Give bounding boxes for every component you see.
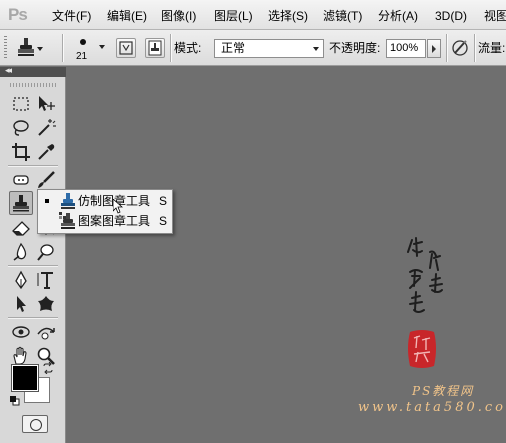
red-seal-stamp (404, 328, 440, 370)
menu-filter[interactable]: 滤镜(T) (323, 9, 362, 23)
clone-stamp-icon (59, 192, 77, 210)
3d-orbit-tool-icon[interactable] (35, 321, 57, 343)
photoshop-logo: Ps (8, 5, 28, 24)
mouse-cursor-icon (112, 198, 124, 215)
toggle-clone-source-button[interactable] (116, 38, 136, 58)
selected-bullet-icon (45, 199, 49, 203)
options-bar-grip[interactable] (4, 36, 7, 60)
calligraphy-watermark (400, 232, 456, 332)
toolbox-divider (8, 317, 58, 318)
divider (446, 34, 447, 62)
pen-pressure-icon (452, 40, 468, 56)
eraser-tool-icon[interactable] (10, 217, 32, 239)
menu-select[interactable]: 选择(S) (268, 9, 308, 23)
menu-view[interactable]: 视图 (484, 9, 506, 23)
stamp-panel-icon (148, 40, 162, 56)
custom-shape-tool-icon[interactable] (35, 293, 57, 315)
tool-preset-picker[interactable] (16, 36, 43, 60)
pattern-stamp-icon (59, 212, 77, 230)
marquee-tool-icon[interactable] (10, 93, 32, 115)
lasso-tool-icon[interactable] (10, 117, 32, 139)
menu-analysis[interactable]: 分析(A) (378, 9, 418, 23)
brush-tool-icon[interactable] (35, 169, 57, 191)
flyout-item-pattern-stamp[interactable]: 图案图章工具 S (39, 211, 171, 231)
move-tool-icon[interactable] (35, 93, 57, 115)
magic-wand-tool-icon[interactable] (35, 117, 57, 139)
options-bar: 21 模式: 正常 不透明度: 100% 流量: (0, 30, 506, 66)
menu-edit[interactable]: 编辑(E) (107, 9, 147, 23)
watermark-site-name: PS教程网 (412, 384, 475, 398)
clone-source-icon (119, 41, 133, 55)
quick-mask-button[interactable] (22, 415, 48, 433)
menu-image[interactable]: 图像(I) (161, 9, 196, 23)
pen-tool-icon[interactable] (10, 269, 32, 291)
flyout-item-clone-stamp[interactable]: 仿制图章工具 S (39, 191, 171, 211)
path-selection-tool-icon[interactable] (10, 293, 32, 315)
chevron-down-icon (37, 47, 43, 51)
swap-colors-icon[interactable] (42, 361, 54, 375)
opacity-label: 不透明度: (329, 41, 381, 55)
foreground-color-swatch[interactable] (11, 364, 39, 392)
brush-size-value: 21 (76, 51, 88, 62)
crop-tool-icon[interactable] (10, 141, 32, 163)
flyout-item-label: 图案图章工具 (78, 214, 151, 228)
toolbox-panel (0, 77, 66, 443)
dodge-tool-icon[interactable] (35, 241, 57, 263)
menu-bar: Ps 文件(F) 编辑(E) 图像(I) 图层(L) 选择(S) 滤镜(T) 分… (0, 0, 506, 30)
stamp-tools-flyout-menu: 仿制图章工具 S 图案图章工具 S (37, 189, 173, 234)
hand-tool-icon[interactable] (10, 345, 32, 367)
menu-file[interactable]: 文件(F) (52, 9, 91, 23)
brush-preview-icon[interactable] (80, 39, 86, 45)
opacity-slider-toggle[interactable] (427, 39, 441, 58)
blur-tool-icon[interactable] (10, 241, 32, 263)
collapse-arrows-icon: ◂◂ (5, 65, 12, 75)
menu-3d[interactable]: 3D(D) (435, 9, 467, 23)
toolbox-divider (8, 265, 58, 266)
opacity-input[interactable]: 100% (386, 39, 426, 58)
tablet-pressure-opacity-button[interactable] (450, 38, 470, 58)
spot-healing-tool-icon[interactable] (10, 169, 32, 191)
watermark-url: www.tata580.com (358, 400, 506, 415)
clone-stamp-tool-icon[interactable] (9, 191, 33, 215)
default-colors-icon[interactable] (10, 395, 20, 406)
type-tool-icon[interactable] (35, 269, 57, 291)
menu-layer[interactable]: 图层(L) (214, 9, 253, 23)
flyout-item-shortcut: S (159, 194, 168, 208)
clone-stamp-icon (18, 38, 34, 56)
toggle-brush-panel-button[interactable] (145, 38, 165, 58)
toolbox-collapse-bar[interactable]: ◂◂ (0, 65, 66, 77)
flyout-item-shortcut: S (159, 214, 168, 228)
divider (170, 34, 171, 62)
blend-mode-select[interactable]: 正常 (214, 39, 324, 58)
brush-picker-chevron-down-icon[interactable] (99, 45, 105, 49)
3d-rotate-tool-icon[interactable] (10, 321, 32, 343)
blend-mode-value: 正常 (221, 41, 246, 55)
divider (62, 34, 63, 62)
chevron-down-icon (313, 47, 319, 51)
eyedropper-tool-icon[interactable] (35, 141, 57, 163)
toolbox-grip[interactable] (10, 83, 56, 87)
toolbox-divider (8, 165, 58, 166)
divider (474, 34, 475, 62)
flow-label: 流量: (478, 41, 506, 55)
mode-label: 模式: (174, 41, 202, 55)
